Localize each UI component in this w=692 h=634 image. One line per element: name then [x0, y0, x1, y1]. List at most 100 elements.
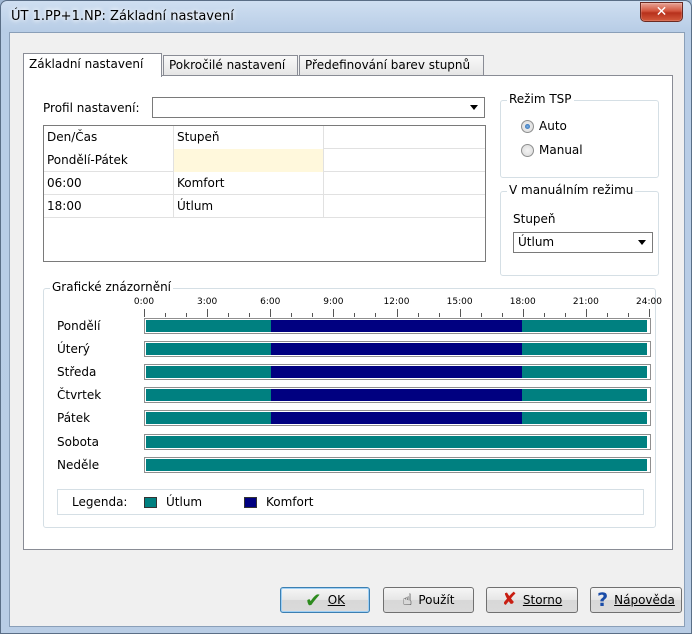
schedule-segment — [146, 343, 272, 356]
stage-label: Stupeň — [513, 212, 556, 226]
hand-icon: ☝ — [402, 590, 413, 609]
schedule-row[interactable] — [144, 410, 651, 427]
tab-panel-basic: Profil nastavení: Den/Čas Stupeň Pondělí… — [23, 75, 673, 550]
time-axis-tick — [480, 313, 482, 317]
time-axis-tick — [270, 309, 272, 317]
cancel-button[interactable]: ✘ Storno — [486, 587, 578, 613]
time-axis-tick — [606, 313, 608, 317]
table-cell-stage[interactable]: Útlum — [174, 195, 324, 218]
time-axis-label: 3:00 — [197, 297, 218, 307]
cancel-button-label: Storno — [522, 593, 563, 607]
schedule-segment — [521, 412, 647, 425]
legend-label: Legenda: — [72, 495, 128, 509]
legend-swatch-komfort — [244, 497, 257, 508]
column-header-stage[interactable]: Stupeň — [174, 126, 324, 149]
schedule-segment — [521, 366, 647, 379]
checkmark-icon: ✔ — [304, 588, 322, 612]
schedule-segment — [271, 412, 522, 425]
time-axis-tick — [417, 313, 419, 317]
help-button-label: Nápověda — [614, 593, 675, 607]
apply-button-label: Použít — [418, 593, 455, 607]
table-row[interactable]: Pondělí-Pátek — [44, 149, 485, 172]
time-axis-tick — [585, 309, 587, 317]
profile-select[interactable] — [152, 97, 485, 118]
dialog-client-area: Základní nastavení Pokročilé nastavení P… — [9, 32, 685, 627]
tab-basic-settings[interactable]: Základní nastavení — [23, 53, 162, 77]
schedule-segment — [146, 458, 647, 471]
help-icon: ? — [597, 588, 609, 611]
ok-button[interactable]: ✔ OK — [280, 587, 370, 613]
apply-button[interactable]: ☝ Použít — [383, 587, 474, 613]
table-row[interactable]: 06:00 Komfort — [44, 172, 485, 195]
schedule-row[interactable] — [144, 387, 651, 404]
schedule-row[interactable] — [144, 364, 651, 381]
time-axis-tick — [522, 309, 524, 317]
help-button[interactable]: ? Nápověda — [590, 587, 682, 613]
schedule-row[interactable] — [144, 341, 651, 358]
radio-unchecked-icon — [521, 143, 534, 157]
day-label: Pátek — [57, 411, 91, 426]
time-axis-tick — [228, 313, 230, 317]
radio-manual[interactable]: Manual — [521, 143, 583, 157]
time-axis-tick — [627, 313, 629, 317]
ok-button-label: OK — [327, 593, 346, 607]
manual-mode-title: V manuálním režimu — [507, 183, 636, 197]
table-cell-stage[interactable] — [174, 149, 324, 172]
tab-stage-colors[interactable]: Předefinování barev stupnů — [299, 55, 484, 76]
column-header-time[interactable]: Den/Čas — [44, 126, 174, 149]
dialog-window: ÚT 1.PP+1.NP: Základní nastavení ✕ Zákla… — [0, 0, 692, 634]
window-title: ÚT 1.PP+1.NP: Základní nastavení — [11, 9, 234, 24]
schedule-segment — [146, 412, 272, 425]
time-axis-label: 15:00 — [446, 297, 473, 307]
schedule-row[interactable] — [144, 318, 651, 334]
schedule-table[interactable]: Den/Čas Stupeň Pondělí-Pátek 06:00 Komfo… — [43, 125, 486, 262]
day-label: Úterý — [57, 342, 90, 357]
tab-advanced-settings[interactable]: Pokročilé nastavení — [163, 55, 298, 76]
tab-label: Předefinování barev stupnů — [305, 58, 471, 72]
day-label: Sobota — [57, 434, 99, 449]
legend: Legenda: Útlum Komfort — [57, 489, 644, 515]
schedule-segment — [271, 320, 522, 332]
day-label: Pondělí — [57, 319, 101, 333]
time-axis-tick — [438, 313, 440, 317]
x-icon: ✘ — [501, 589, 517, 610]
table-cell-time[interactable]: Pondělí-Pátek — [44, 149, 174, 172]
title-bar[interactable]: ÚT 1.PP+1.NP: Základní nastavení ✕ — [1, 1, 691, 33]
table-cell-time[interactable]: 18:00 — [44, 195, 174, 218]
chevron-down-icon — [470, 105, 478, 110]
day-label: Neděle — [57, 457, 100, 472]
schedule-segment — [146, 389, 272, 402]
time-axis-label: 12:00 — [383, 297, 410, 307]
schedule-row[interactable] — [144, 456, 651, 473]
time-axis-tick — [144, 309, 145, 317]
tsp-mode-group: Režim TSP Auto Manual — [500, 92, 659, 178]
profile-label: Profil nastavení: — [43, 101, 140, 115]
time-axis-tick — [312, 313, 314, 317]
legend-swatch-utlum — [144, 497, 157, 508]
table-header-row: Den/Čas Stupeň — [44, 126, 485, 149]
radio-manual-label: Manual — [539, 143, 583, 157]
radio-auto[interactable]: Auto — [521, 119, 567, 133]
time-axis-tick — [501, 313, 503, 317]
time-axis-tick — [249, 313, 251, 317]
radio-auto-label: Auto — [539, 119, 567, 133]
stage-select[interactable]: Útlum — [513, 232, 653, 253]
schedule-segment — [271, 366, 522, 379]
schedule-row[interactable] — [144, 433, 651, 450]
close-button[interactable]: ✕ — [640, 2, 683, 22]
time-axis-tick — [396, 309, 398, 317]
time-axis-label: 21:00 — [572, 297, 599, 307]
table-row[interactable]: 18:00 Útlum — [44, 195, 485, 218]
table-cell-stage[interactable]: Komfort — [174, 172, 324, 195]
time-axis-tick — [354, 313, 356, 317]
legend-item-komfort: Komfort — [266, 495, 314, 509]
time-axis-label: 18:00 — [509, 297, 536, 307]
manual-mode-group: V manuálním režimu Stupeň Útlum — [500, 183, 659, 276]
time-axis-tick — [649, 309, 650, 317]
chevron-down-icon — [638, 240, 646, 245]
time-axis-label: 24:00 — [636, 297, 662, 307]
tab-label: Základní nastavení — [29, 57, 144, 71]
table-cell-time[interactable]: 06:00 — [44, 172, 174, 195]
close-icon: ✕ — [655, 4, 668, 20]
time-axis-label: 6:00 — [260, 297, 281, 307]
